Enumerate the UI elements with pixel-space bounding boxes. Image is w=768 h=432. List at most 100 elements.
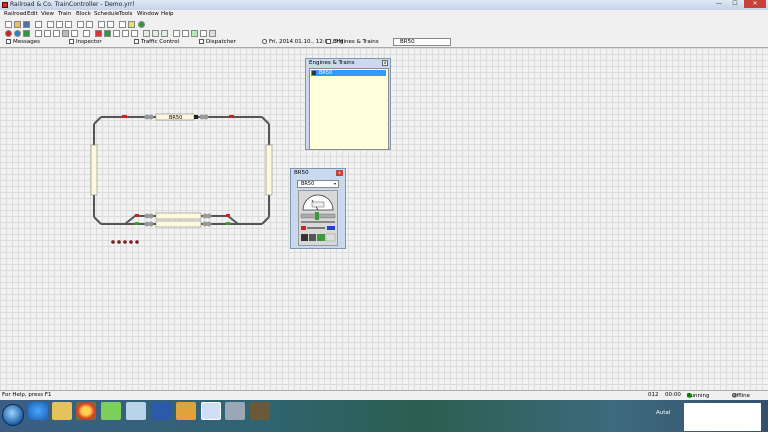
menu-window[interactable]: Window: [137, 11, 159, 18]
engines-window-close-button[interactable]: x: [382, 60, 388, 66]
inspector-icon: [69, 39, 74, 44]
taskbar: Autal: [0, 400, 768, 432]
menu-schedule[interactable]: Schedule: [94, 11, 119, 18]
tab-bar: Messages Inspector Traffic Control Dispa…: [0, 38, 768, 48]
signal-icon[interactable]: [53, 30, 60, 37]
engines-trains-window[interactable]: Engines & Trains x BR50: [305, 58, 391, 150]
tab-traffic-control-label: Traffic Control: [141, 39, 180, 45]
tools-icon[interactable]: [126, 402, 146, 420]
flag-icon[interactable]: [113, 30, 120, 37]
function-2-icon[interactable]: [309, 234, 316, 241]
paste-icon[interactable]: [65, 21, 72, 28]
dispatcher-icon: [199, 39, 204, 44]
menu-railroad[interactable]: Railroad: [4, 11, 27, 18]
save-icon[interactable]: [23, 21, 30, 28]
play-icon[interactable]: [143, 30, 150, 37]
engine-select-value: BR50: [301, 181, 315, 187]
function-4-icon[interactable]: [325, 233, 336, 242]
menu-help[interactable]: Help: [161, 11, 174, 18]
maximize-button[interactable]: ☐: [728, 0, 742, 8]
signal-green-icon[interactable]: [191, 30, 198, 37]
engine-item-label: BR50: [319, 70, 333, 76]
marker-2: [117, 240, 121, 244]
start-button[interactable]: [2, 404, 24, 426]
disk-icon[interactable]: [225, 402, 245, 420]
print-icon[interactable]: [35, 21, 42, 28]
curve-top-right: [261, 116, 270, 125]
language-indicator[interactable]: Autal: [656, 410, 670, 416]
speed-readout: [311, 201, 325, 208]
play-next-icon[interactable]: [152, 30, 159, 37]
train-stop-icon[interactable]: [95, 30, 102, 37]
switch-icon[interactable]: [44, 30, 51, 37]
photo-icon[interactable]: [250, 402, 270, 420]
throttle-window[interactable]: BR50 x BR50 ▾: [290, 168, 346, 249]
engines-list[interactable]: BR50: [309, 68, 389, 150]
ie-icon[interactable]: [28, 402, 48, 420]
stop-icon[interactable]: [5, 30, 12, 37]
menu-view[interactable]: View: [41, 11, 54, 18]
layout-icon[interactable]: [200, 30, 207, 37]
word-icon[interactable]: [151, 402, 171, 420]
engine-select[interactable]: BR50 ▾: [297, 180, 339, 188]
timetable-icon[interactable]: [131, 30, 138, 37]
pause-icon[interactable]: [14, 30, 21, 37]
menu-block[interactable]: Block: [76, 11, 91, 18]
redo-icon[interactable]: [86, 21, 93, 28]
contact-icon[interactable]: [83, 30, 90, 37]
menu-edit[interactable]: Edit: [27, 11, 38, 18]
engine-item-br50[interactable]: BR50: [311, 70, 386, 76]
app-icon: [2, 2, 8, 8]
settings-icon[interactable]: [182, 30, 189, 37]
outlook-icon[interactable]: [176, 402, 196, 420]
grid-icon[interactable]: [98, 21, 105, 28]
tab-br50[interactable]: BR50: [393, 38, 451, 46]
help-icon[interactable]: [138, 21, 145, 28]
speed-slider-handle[interactable]: [315, 212, 319, 220]
lock-icon[interactable]: [128, 21, 135, 28]
new-icon[interactable]: [5, 21, 12, 28]
menu-tools[interactable]: Tools: [119, 11, 133, 18]
schedule-icon[interactable]: [122, 30, 129, 37]
edit-mode-icon[interactable]: [119, 21, 126, 28]
tab-messages[interactable]: Messages: [6, 39, 40, 46]
track-icon[interactable]: [71, 30, 78, 37]
tab-engines[interactable]: Engines & Trains: [326, 39, 379, 46]
go-icon[interactable]: [23, 30, 30, 37]
contact-6: [148, 213, 154, 219]
copy-icon[interactable]: [56, 21, 63, 28]
window-icon[interactable]: [209, 30, 216, 37]
menu-train[interactable]: Train: [58, 11, 71, 18]
toolbar: [0, 19, 768, 38]
signals: [122, 115, 234, 225]
locomotive-icon: [312, 71, 316, 75]
function-loco-icon[interactable]: [301, 234, 308, 241]
close-button[interactable]: ✕: [744, 0, 766, 8]
signal-2: [229, 115, 234, 118]
tab-dispatcher[interactable]: Dispatcher: [199, 39, 236, 46]
tab-traffic-control[interactable]: Traffic Control: [134, 39, 179, 46]
forward-icon[interactable]: [327, 226, 335, 230]
panel-icon[interactable]: [173, 30, 180, 37]
minimize-button[interactable]: —: [712, 0, 726, 8]
tab-inspector[interactable]: Inspector: [69, 39, 102, 46]
chevron-down-icon: ▾: [333, 181, 336, 186]
editor-icon[interactable]: [201, 402, 221, 420]
brake-slider[interactable]: [307, 227, 325, 229]
app-icon[interactable]: [101, 402, 121, 420]
route-icon[interactable]: [62, 30, 69, 37]
train-go-icon[interactable]: [104, 30, 111, 37]
fast-forward-icon[interactable]: [161, 30, 168, 37]
throttle-close-button[interactable]: x: [336, 170, 343, 176]
chrome-icon[interactable]: [76, 402, 96, 420]
explorer-icon[interactable]: [52, 402, 72, 420]
cut-icon[interactable]: [47, 21, 54, 28]
reverse-icon[interactable]: [301, 226, 306, 230]
block-icon[interactable]: [35, 30, 42, 37]
undo-icon[interactable]: [77, 21, 84, 28]
signal-3: [135, 214, 139, 217]
open-icon[interactable]: [14, 21, 21, 28]
zoom-icon[interactable]: [107, 21, 114, 28]
direction-bar[interactable]: [301, 221, 335, 223]
function-3-icon[interactable]: [317, 234, 325, 241]
